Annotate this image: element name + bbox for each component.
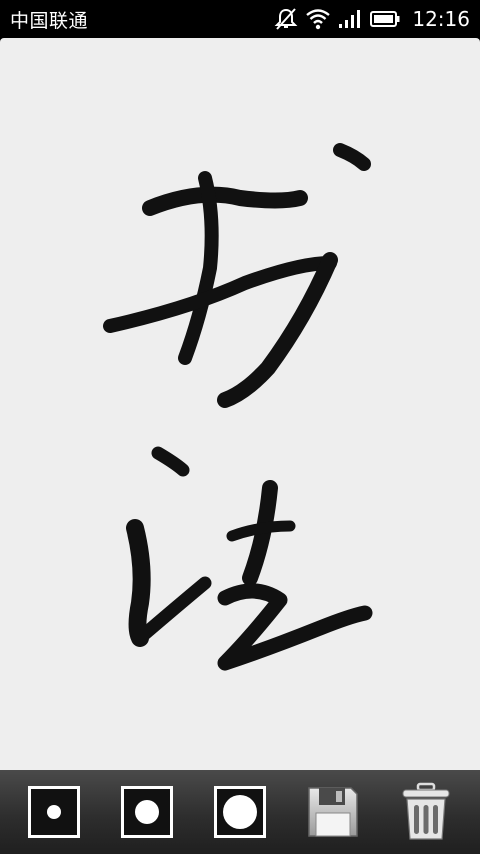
clear-button[interactable] (395, 781, 457, 843)
trash-can-icon (402, 782, 450, 840)
floppy-disk-icon (308, 787, 358, 837)
status-icons: 12:16 (274, 7, 470, 31)
carrier-name: 中国联通 (10, 9, 89, 32)
brush-small-icon (28, 786, 81, 838)
stroke-shu-1 (142, 186, 308, 216)
stroke-fa-6 (217, 583, 373, 671)
clock: 12:16 (412, 7, 470, 31)
stroke-shu-5 (333, 143, 371, 171)
brush-large-icon (213, 786, 266, 838)
signal-icon (338, 9, 362, 29)
mute-icon (274, 7, 298, 31)
brush-small-button[interactable] (23, 781, 85, 843)
brush-large-button[interactable] (209, 781, 271, 843)
stroke-fa-1 (151, 446, 190, 477)
brush-medium-button[interactable] (116, 781, 178, 843)
stroke-shu-2 (178, 171, 219, 365)
toolbar (0, 770, 480, 854)
status-bar: 中国联通 12:16 (0, 0, 480, 38)
wifi-icon (306, 8, 331, 30)
stroke-fa-2 (126, 519, 151, 647)
calligraphy-drawing (103, 143, 373, 671)
brush-medium-icon (121, 786, 174, 838)
drawing-canvas[interactable] (0, 38, 480, 770)
battery-icon (370, 10, 400, 28)
save-button[interactable] (302, 781, 364, 843)
